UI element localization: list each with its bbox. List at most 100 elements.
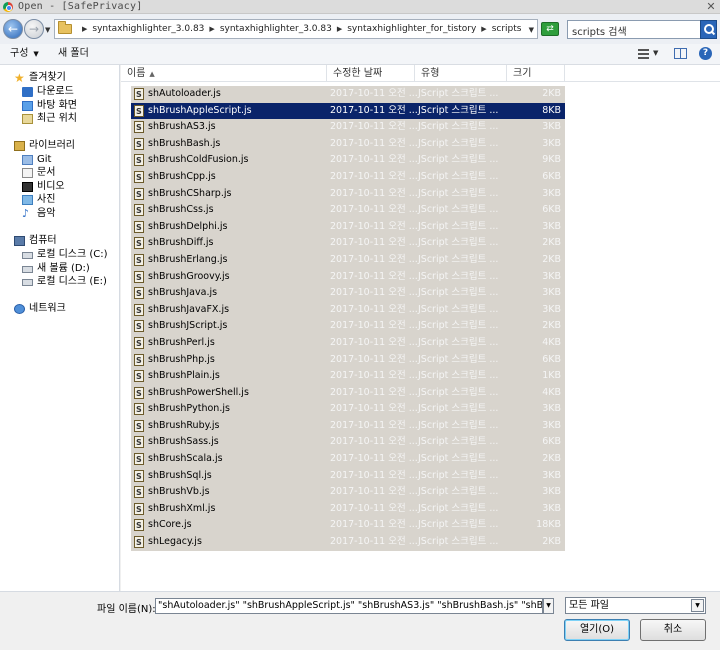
file-row[interactable]: shBrushJava.js 2017-10-11 오전 ...JScript 스… (131, 285, 565, 303)
column-header-date-modified[interactable]: 수정한 날짜 (327, 65, 415, 82)
help-icon[interactable]: ? (699, 47, 712, 60)
address-history-chevron-down-icon[interactable]: ▼ (529, 26, 534, 34)
recent-pages-chevron-down-icon[interactable]: ▼ (45, 26, 50, 34)
pictures-icon (22, 195, 33, 205)
search-input[interactable]: scripts 검색 (567, 20, 717, 39)
file-size: 2KB (542, 320, 561, 332)
file-type: JScript 스크립트 ... (418, 204, 499, 216)
jscript-file-icon (134, 253, 144, 270)
file-date-modified: 2017-10-11 오전 ... (330, 486, 418, 498)
search-icon[interactable] (700, 20, 717, 39)
file-name: shBrushPhp.js (148, 353, 215, 365)
file-row[interactable]: shBrushSql.js 2017-10-11 오전 ...JScript 스크… (131, 468, 565, 485)
change-view-icon[interactable] (638, 49, 649, 59)
file-row[interactable]: shBrushAS3.js 2017-10-11 오전 ...JScript 스크… (131, 119, 565, 137)
address-row: ← → ▼ ▶ syntaxhighlighter_3.0.83 ▶ synta… (0, 14, 720, 44)
videos-icon (22, 182, 33, 192)
column-header-size[interactable]: 크기 (507, 65, 565, 82)
cancel-button[interactable]: 취소 (640, 619, 706, 641)
file-type: JScript 스크립트 ... (418, 187, 499, 199)
file-row[interactable]: shBrushPhp.js 2017-10-11 오전 ...JScript 스크… (131, 352, 565, 369)
jscript-file-icon (134, 419, 144, 435)
file-row[interactable]: shCore.js 2017-10-11 오전 ...JScript 스크립트 .… (131, 517, 565, 535)
file-size: 2KB (542, 237, 561, 249)
sidebar-item-label: 문서 (37, 167, 56, 178)
file-row[interactable]: shBrushPython.js 2017-10-11 오전 ...JScript… (131, 401, 565, 419)
new-folder-button[interactable]: 새 폴더 (58, 44, 89, 64)
file-name: shAutoloader.js (148, 88, 221, 99)
file-row[interactable]: shBrushAppleScript.js 2017-10-11 오전 ...JS… (131, 102, 565, 120)
sidebar-item-label: 다운로드 (37, 86, 74, 97)
file-name: shBrushErlang.js (148, 253, 228, 265)
file-date-modified: 2017-10-11 오전 ... (330, 536, 418, 548)
file-row[interactable]: shLegacy.js 2017-10-11 오전 ...JScript 스크립트… (131, 534, 565, 552)
column-header-name[interactable]: 이름 ▲ (121, 65, 327, 82)
file-row[interactable]: shBrushJavaFX.js 2017-10-11 오전 ...JScript… (131, 302, 565, 319)
file-date-modified: 2017-10-11 오전 ... (330, 303, 418, 315)
jscript-file-icon (134, 137, 144, 153)
file-type: JScript 스크립트 ... (418, 419, 499, 431)
breadcrumb-chevron-icon[interactable]: ▶ (209, 20, 214, 38)
drive-icon (22, 266, 33, 273)
file-size: 8KB (542, 104, 561, 116)
organize-button[interactable]: 구성 ▼ (10, 44, 39, 64)
address-bar[interactable]: ▶ syntaxhighlighter_3.0.83 ▶ syntaxhighl… (54, 19, 538, 39)
breadcrumb-item[interactable]: scripts (492, 20, 522, 38)
back-button[interactable]: ← (3, 19, 23, 39)
documents-icon (22, 168, 33, 178)
breadcrumb-chevron-icon[interactable]: ▶ (481, 20, 486, 38)
file-row[interactable]: shBrushPerl.js 2017-10-11 오전 ...JScript 스… (131, 335, 565, 353)
file-row[interactable]: shBrushCpp.js 2017-10-11 오전 ...JScript 스크… (131, 169, 565, 187)
file-name: shBrushPerl.js (148, 336, 215, 348)
file-row[interactable]: shBrushPlain.js 2017-10-11 오전 ...JScript … (131, 368, 565, 386)
file-row[interactable]: shBrushCss.js 2017-10-11 오전 ...JScript 스크… (131, 202, 565, 220)
breadcrumb-chevron-icon[interactable]: ▶ (82, 20, 87, 38)
drive-icon (22, 252, 33, 259)
file-row[interactable]: shBrushBash.js 2017-10-11 오전 ...JScript 스… (131, 136, 565, 153)
file-row[interactable]: shBrushPowerShell.js 2017-10-11 오전 ...JSc… (131, 385, 565, 402)
file-list-pane: 이름▲ 수정한 날짜 유형 크기 shAutoloader.js 2017-10-… (121, 65, 720, 591)
filename-input[interactable]: "shAutoloader.js" "shBrushAppleScript.js… (155, 598, 543, 614)
file-name: shBrushJScript.js (148, 320, 228, 332)
sidebar-item-label: 최근 위치 (37, 113, 77, 124)
breadcrumb-chevron-icon[interactable]: ▶ (337, 20, 342, 38)
breadcrumb-item[interactable]: syntaxhighlighter_for_tistory (347, 20, 476, 38)
file-row[interactable]: shBrushScala.js 2017-10-11 오전 ...JScript … (131, 451, 565, 469)
file-size: 3KB (542, 137, 561, 149)
breadcrumb-item[interactable]: syntaxhighlighter_3.0.83 (92, 20, 204, 38)
refresh-button[interactable]: ⇄ (541, 22, 559, 36)
jscript-file-icon (134, 170, 144, 187)
chevron-down-icon: ▼ (691, 599, 704, 612)
window-close-icon[interactable]: ✕ (704, 0, 718, 13)
file-row[interactable]: shBrushJScript.js 2017-10-11 오전 ...JScrip… (131, 318, 565, 336)
file-row[interactable]: shBrushXml.js 2017-10-11 오전 ...JScript 스크… (131, 501, 565, 518)
file-row[interactable]: shBrushDiff.js 2017-10-11 오전 ...JScript 스… (131, 235, 565, 253)
file-name: shBrushCss.js (148, 204, 214, 216)
view-options-chevron-down-icon[interactable]: ▼ (653, 49, 658, 57)
file-row[interactable]: shBrushColdFusion.js 2017-10-11 오전 ...JSc… (131, 152, 565, 170)
file-size: 9KB (542, 154, 561, 166)
file-date-modified: 2017-10-11 오전 ... (330, 88, 418, 99)
forward-button[interactable]: → (24, 19, 44, 39)
file-row[interactable]: shBrushRuby.js 2017-10-11 오전 ...JScript 스… (131, 418, 565, 435)
file-type: JScript 스크립트 ... (418, 536, 499, 548)
file-row[interactable]: shBrushGroovy.js 2017-10-11 오전 ...JScript… (131, 269, 565, 286)
file-row[interactable]: shBrushDelphi.js 2017-10-11 오전 ...JScript… (131, 219, 565, 236)
file-date-modified: 2017-10-11 오전 ... (330, 220, 418, 232)
file-type-select[interactable]: 모든 파일 ▼ (565, 597, 706, 614)
filename-history-chevron-down-icon[interactable]: ▼ (543, 598, 554, 614)
recent-places-icon (22, 114, 33, 124)
jscript-file-icon (134, 286, 144, 303)
file-row[interactable]: shBrushVb.js 2017-10-11 오전 ...JScript 스크립… (131, 484, 565, 502)
file-row[interactable]: shBrushSass.js 2017-10-11 오전 ...JScript 스… (131, 434, 565, 452)
file-type: JScript 스크립트 ... (418, 403, 499, 415)
file-type: JScript 스크립트 ... (418, 104, 499, 116)
open-button[interactable]: 열기(O) (564, 619, 630, 641)
file-name: shBrushGroovy.js (148, 270, 230, 282)
file-row[interactable]: shBrushCSharp.js 2017-10-11 오전 ...JScript… (131, 186, 565, 203)
file-row[interactable]: shAutoloader.js 2017-10-11 오전 ...JScript … (131, 86, 565, 104)
preview-pane-icon[interactable] (674, 48, 687, 59)
breadcrumb-item[interactable]: syntaxhighlighter_3.0.83 (220, 20, 332, 38)
file-row[interactable]: shBrushErlang.js 2017-10-11 오전 ...JScript… (131, 252, 565, 270)
column-header-type[interactable]: 유형 (415, 65, 507, 82)
